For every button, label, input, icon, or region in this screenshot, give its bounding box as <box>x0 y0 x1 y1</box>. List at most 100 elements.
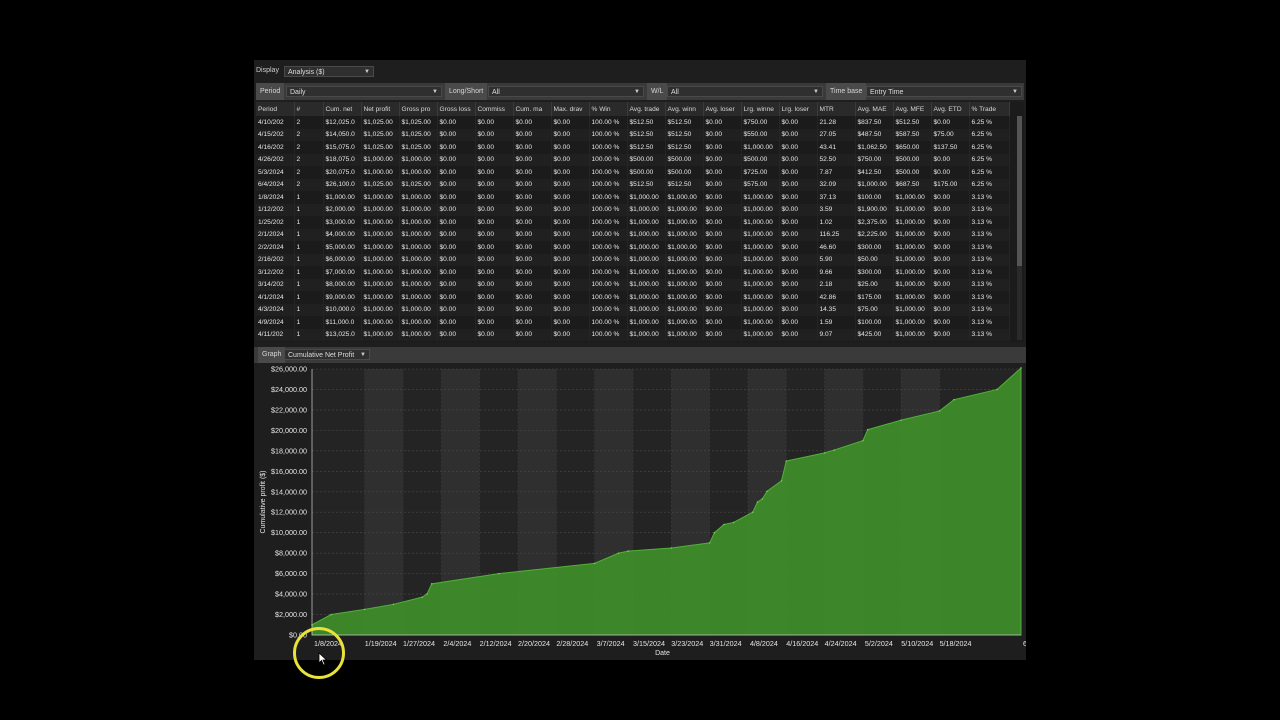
table-cell: $0.00 <box>779 128 818 141</box>
column-header[interactable]: Gross pro <box>399 102 438 116</box>
data-point <box>627 550 629 552</box>
table-cell: $175.00 <box>855 291 894 304</box>
table-cell: $100.00 <box>855 316 894 329</box>
table-cell: 1 <box>294 191 324 204</box>
column-header[interactable]: Cum. ma <box>513 102 552 116</box>
table-cell: $1,000.00 <box>399 253 438 266</box>
long-short-dropdown[interactable]: All ▼ <box>488 86 644 97</box>
table-cell: $500.00 <box>665 153 704 166</box>
table-row[interactable]: 4/10/202 2 $12,025.0 $1,025.00 $1,025.00 $0.0… <box>256 116 1010 129</box>
column-header[interactable]: % Trade <box>969 102 1010 116</box>
table-cell: $0.00 <box>475 241 514 254</box>
column-header[interactable]: Avg. loser <box>703 102 742 116</box>
table-row[interactable]: 4/15/202 2 $14,050.0 $1,025.00 $1,025.00 $0.0… <box>256 128 1010 141</box>
column-header[interactable]: Lrg. loser <box>779 102 818 116</box>
table-cell: $1,025.00 <box>361 128 400 141</box>
column-header[interactable]: % Win <box>589 102 628 116</box>
table-cell: $0.00 <box>437 316 476 329</box>
grid-band <box>364 369 404 635</box>
table-row[interactable]: 3/12/202 1 $7,000.00 $1,000.00 $1,000.00 $0.0… <box>256 266 1010 279</box>
display-dropdown[interactable]: Analysis ($) ▼ <box>284 66 374 77</box>
table-row[interactable]: 6/4/2024 2 $26,100.0 $1,025.00 $1,025.00 $0.0… <box>256 178 1010 191</box>
table-cell: $0.00 <box>551 278 590 291</box>
column-header[interactable]: Gross loss <box>437 102 476 116</box>
table-cell: 43.41 <box>817 141 856 154</box>
table-cell: $0.00 <box>437 291 476 304</box>
table-cell: $1,000.00 <box>361 253 400 266</box>
column-header[interactable]: Max. drav <box>551 102 590 116</box>
table-cell: 1 <box>294 216 324 229</box>
column-header[interactable]: Avg. MFE <box>893 102 932 116</box>
column-header[interactable]: Avg. MAE <box>855 102 894 116</box>
table-cell: $1,025.00 <box>399 116 438 129</box>
data-point <box>823 452 826 454</box>
table-cell: 4/15/202 <box>256 128 295 141</box>
table-cell: $1,000.00 <box>741 203 780 216</box>
table-row[interactable]: 1/8/2024 1 $1,000.00 $1,000.00 $1,000.00 $0.0… <box>256 191 1010 204</box>
table-cell: 1 <box>294 228 324 241</box>
table-cell: $1,000.00 <box>627 266 666 279</box>
table-cell: $6,000.00 <box>323 253 362 266</box>
table-cell: $8,000.00 <box>323 278 362 291</box>
table-cell: 2 <box>294 141 324 154</box>
data-point <box>751 511 754 514</box>
column-header[interactable]: Period <box>256 102 295 116</box>
table-cell: $0.00 <box>513 203 552 216</box>
table-cell: $0.00 <box>551 241 590 254</box>
table-cell: 100.00 % <box>589 266 628 279</box>
column-header[interactable]: MTR <box>817 102 856 116</box>
table-cell: $1,000.00 <box>399 216 438 229</box>
table-cell: 21.28 <box>817 116 856 129</box>
wl-dropdown[interactable]: All ▼ <box>667 86 823 97</box>
table-row[interactable]: 4/9/2024 1 $11,000.0 $1,000.00 $1,000.00 $0.0… <box>256 316 1010 329</box>
table-cell: $0.00 <box>437 203 476 216</box>
table-row[interactable]: 4/26/202 2 $18,075.0 $1,000.00 $1,000.00 $0.0… <box>256 153 1010 166</box>
table-row[interactable]: 4/11/202 1 $13,025.0 $1,000.00 $1,000.00 $0.0… <box>256 328 1010 341</box>
graph-dropdown[interactable]: Cumulative Net Profit ▼ <box>284 349 370 360</box>
column-header[interactable]: Net profit <box>361 102 400 116</box>
table-row[interactable]: 4/1/2024 1 $9,000.00 $1,000.00 $1,000.00 $0.0… <box>256 291 1010 304</box>
table-cell: 6.25 % <box>969 153 1010 166</box>
table-cell: $0.00 <box>779 291 818 304</box>
table-row[interactable]: 4/3/2024 1 $10,000.0 $1,000.00 $1,000.00 $0.0… <box>256 303 1010 316</box>
time-base-dropdown[interactable]: Entry Time ▼ <box>866 86 1022 97</box>
column-header[interactable]: Lrg. winne <box>741 102 780 116</box>
table-row[interactable]: 1/12/202 1 $2,000.00 $1,000.00 $1,000.00 $0.0… <box>256 203 1010 216</box>
table-row[interactable]: 2/1/2024 1 $4,000.00 $1,000.00 $1,000.00 $0.0… <box>256 228 1010 241</box>
scrollbar-thumb[interactable] <box>1017 116 1022 266</box>
table-cell: $0.00 <box>703 303 742 316</box>
table-row[interactable]: 5/3/2024 2 $20,075.0 $1,000.00 $1,000.00 $0.0… <box>256 166 1010 179</box>
table-cell: $2,375.00 <box>855 216 894 229</box>
table-row[interactable]: 2/2/2024 1 $5,000.00 $1,000.00 $1,000.00 $0.0… <box>256 241 1010 254</box>
table-row[interactable]: 4/16/202 2 $15,075.0 $1,025.00 $1,025.00 $0.0… <box>256 141 1010 154</box>
table-cell: $0.00 <box>475 278 514 291</box>
column-header[interactable]: Cum. net <box>323 102 362 116</box>
table-cell: $512.50 <box>627 128 666 141</box>
table-cell: $1,025.00 <box>399 128 438 141</box>
table-cell: $10,000.0 <box>323 303 362 316</box>
time-base-value: Entry Time <box>870 89 904 96</box>
table-row[interactable]: 3/14/202 1 $8,000.00 $1,000.00 $1,000.00 $0.0… <box>256 278 1010 291</box>
table-cell: $500.00 <box>893 166 932 179</box>
period-dropdown[interactable]: Daily ▼ <box>286 86 442 97</box>
table-cell: $0.00 <box>779 116 818 129</box>
table-cell: $14,050.0 <box>323 128 362 141</box>
performance-table: Period # Cum. net Net profit Gross pro Gross … <box>256 102 1010 341</box>
column-header[interactable]: Avg. ETD <box>931 102 970 116</box>
table-cell: $0.00 <box>475 153 514 166</box>
table-row[interactable]: 1/25/202 1 $3,000.00 $1,000.00 $1,000.00 $0.0… <box>256 216 1010 229</box>
table-cell: $0.00 <box>437 166 476 179</box>
table-cell: 1.59 <box>817 316 856 329</box>
table-cell: $0.00 <box>779 266 818 279</box>
table-cell: $0.00 <box>703 191 742 204</box>
y-tick-label: $6,000.00 <box>275 569 307 578</box>
column-header[interactable]: Avg. winn <box>665 102 704 116</box>
column-header[interactable]: Commiss <box>475 102 514 116</box>
table-cell: $5,000.00 <box>323 241 362 254</box>
table-cell: $0.00 <box>437 116 476 129</box>
vertical-scrollbar[interactable] <box>1017 116 1022 340</box>
column-header[interactable]: Avg. trade <box>627 102 666 116</box>
column-header[interactable]: # <box>294 102 324 116</box>
y-tick-label: $24,000.00 <box>271 385 307 394</box>
table-row[interactable]: 2/16/202 1 $6,000.00 $1,000.00 $1,000.00 $0.0… <box>256 253 1010 266</box>
